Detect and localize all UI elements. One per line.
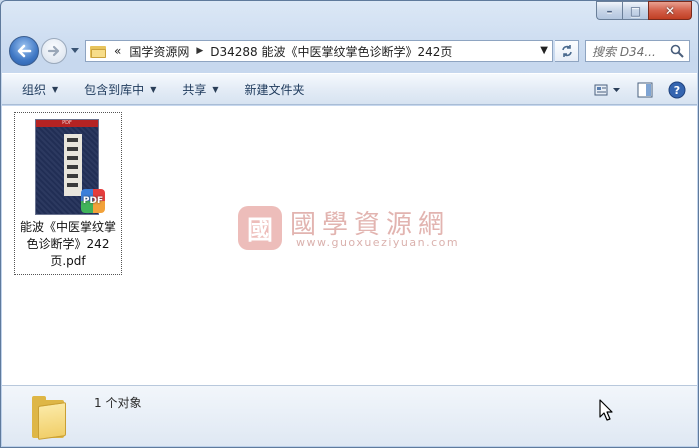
back-arrow-icon <box>17 44 32 58</box>
folder-icon <box>90 44 106 58</box>
maximize-icon: □ <box>629 3 642 18</box>
address-bar[interactable]: « 国学资源网 ▶ D34288 能波《中医掌纹掌色诊断学》242页 ▼ <box>85 40 553 62</box>
share-label: 共享 <box>182 82 207 97</box>
forward-arrow-icon <box>47 45 60 57</box>
help-icon: ? <box>668 81 686 99</box>
minimize-icon: – <box>606 3 613 18</box>
forward-button[interactable] <box>41 38 67 64</box>
share-button[interactable]: 共享 ▼ <box>176 77 224 101</box>
breadcrumb: 国学资源网 ▶ D34288 能波《中医掌纹掌色诊断学》242页 <box>129 43 452 60</box>
breadcrumb-item-current[interactable]: D34288 能波《中医掌纹掌色诊断学》242页 <box>210 43 452 60</box>
breadcrumb-separator-icon[interactable]: ▶ <box>196 46 203 56</box>
view-controls: ? <box>583 78 689 102</box>
pdf-badge-label: PDF <box>82 196 104 206</box>
chevron-down-icon: ▼ <box>212 84 219 94</box>
svg-text:?: ? <box>674 84 680 97</box>
chevron-down-icon <box>71 48 79 53</box>
new-folder-button[interactable]: 新建文件夹 <box>239 77 311 101</box>
address-dropdown-icon[interactable]: ▼ <box>540 45 548 56</box>
back-button[interactable] <box>9 36 39 66</box>
new-folder-label: 新建文件夹 <box>244 82 305 97</box>
help-button[interactable]: ? <box>665 78 689 102</box>
navigation-bar: « 国学资源网 ▶ D34288 能波《中医掌纹掌色诊断学》242页 ▼ 搜索 … <box>9 35 690 67</box>
folder-icon <box>30 394 70 440</box>
refresh-button[interactable] <box>555 40 579 62</box>
organize-label: 组织 <box>22 82 47 97</box>
mouse-cursor-icon <box>599 399 613 421</box>
object-count: 1 个对象 <box>94 396 142 410</box>
include-library-label: 包含到库中 <box>84 82 145 97</box>
command-bar: 组织 ▼ 包含到库中 ▼ 共享 ▼ 新建文件夹 ? <box>2 73 697 105</box>
close-icon: ✕ <box>664 3 676 18</box>
breadcrumb-item-root[interactable]: 国学资源网 <box>129 43 189 60</box>
search-box[interactable]: 搜索 D34... <box>585 40 690 62</box>
details-pane: 1 个对象 <box>2 385 697 446</box>
minimize-button[interactable]: – <box>596 1 622 20</box>
chevron-down-icon: ▼ <box>150 84 157 94</box>
thumbnail-band-text: PDF <box>62 120 72 126</box>
file-item[interactable]: PDF PDF 能波《中医掌纹掌色诊断学》242页.pdf <box>14 112 122 275</box>
watermark-url: www.guoxueziyuan.com <box>296 236 460 249</box>
include-library-button[interactable]: 包含到库中 ▼ <box>78 77 162 101</box>
file-list[interactable]: PDF PDF 能波《中医掌纹掌色诊断学》242页.pdf 國 國學資源網 ww… <box>2 106 697 385</box>
file-name-label[interactable]: 能波《中医掌纹掌色诊断学》242页.pdf <box>15 219 121 270</box>
organize-button[interactable]: 组织 ▼ <box>16 77 64 101</box>
change-view-button[interactable] <box>591 78 625 102</box>
pdf-icon: PDF <box>81 189 105 213</box>
preview-pane-button[interactable] <box>633 78 657 102</box>
recent-pages-dropdown[interactable] <box>69 45 81 57</box>
search-icon[interactable] <box>670 44 684 58</box>
chevron-down-icon: ▼ <box>52 84 59 94</box>
caption-buttons: – □ ✕ <box>596 1 692 20</box>
maximize-button[interactable]: □ <box>622 1 648 20</box>
close-button[interactable]: ✕ <box>648 1 692 20</box>
watermark-seal-icon: 國 <box>238 206 282 250</box>
preview-pane-icon <box>637 82 653 98</box>
watermark: 國 國學資源網 www.guoxueziyuan.com <box>238 202 468 256</box>
view-icon <box>594 84 620 96</box>
search-input[interactable]: 搜索 D34... <box>592 43 656 60</box>
explorer-window: – □ ✕ « 国学资源网 ▶ D34288 能波《中医掌纹掌色诊断学》242页… <box>0 0 699 448</box>
refresh-icon <box>561 45 572 57</box>
breadcrumb-overflow[interactable]: « <box>114 44 121 58</box>
